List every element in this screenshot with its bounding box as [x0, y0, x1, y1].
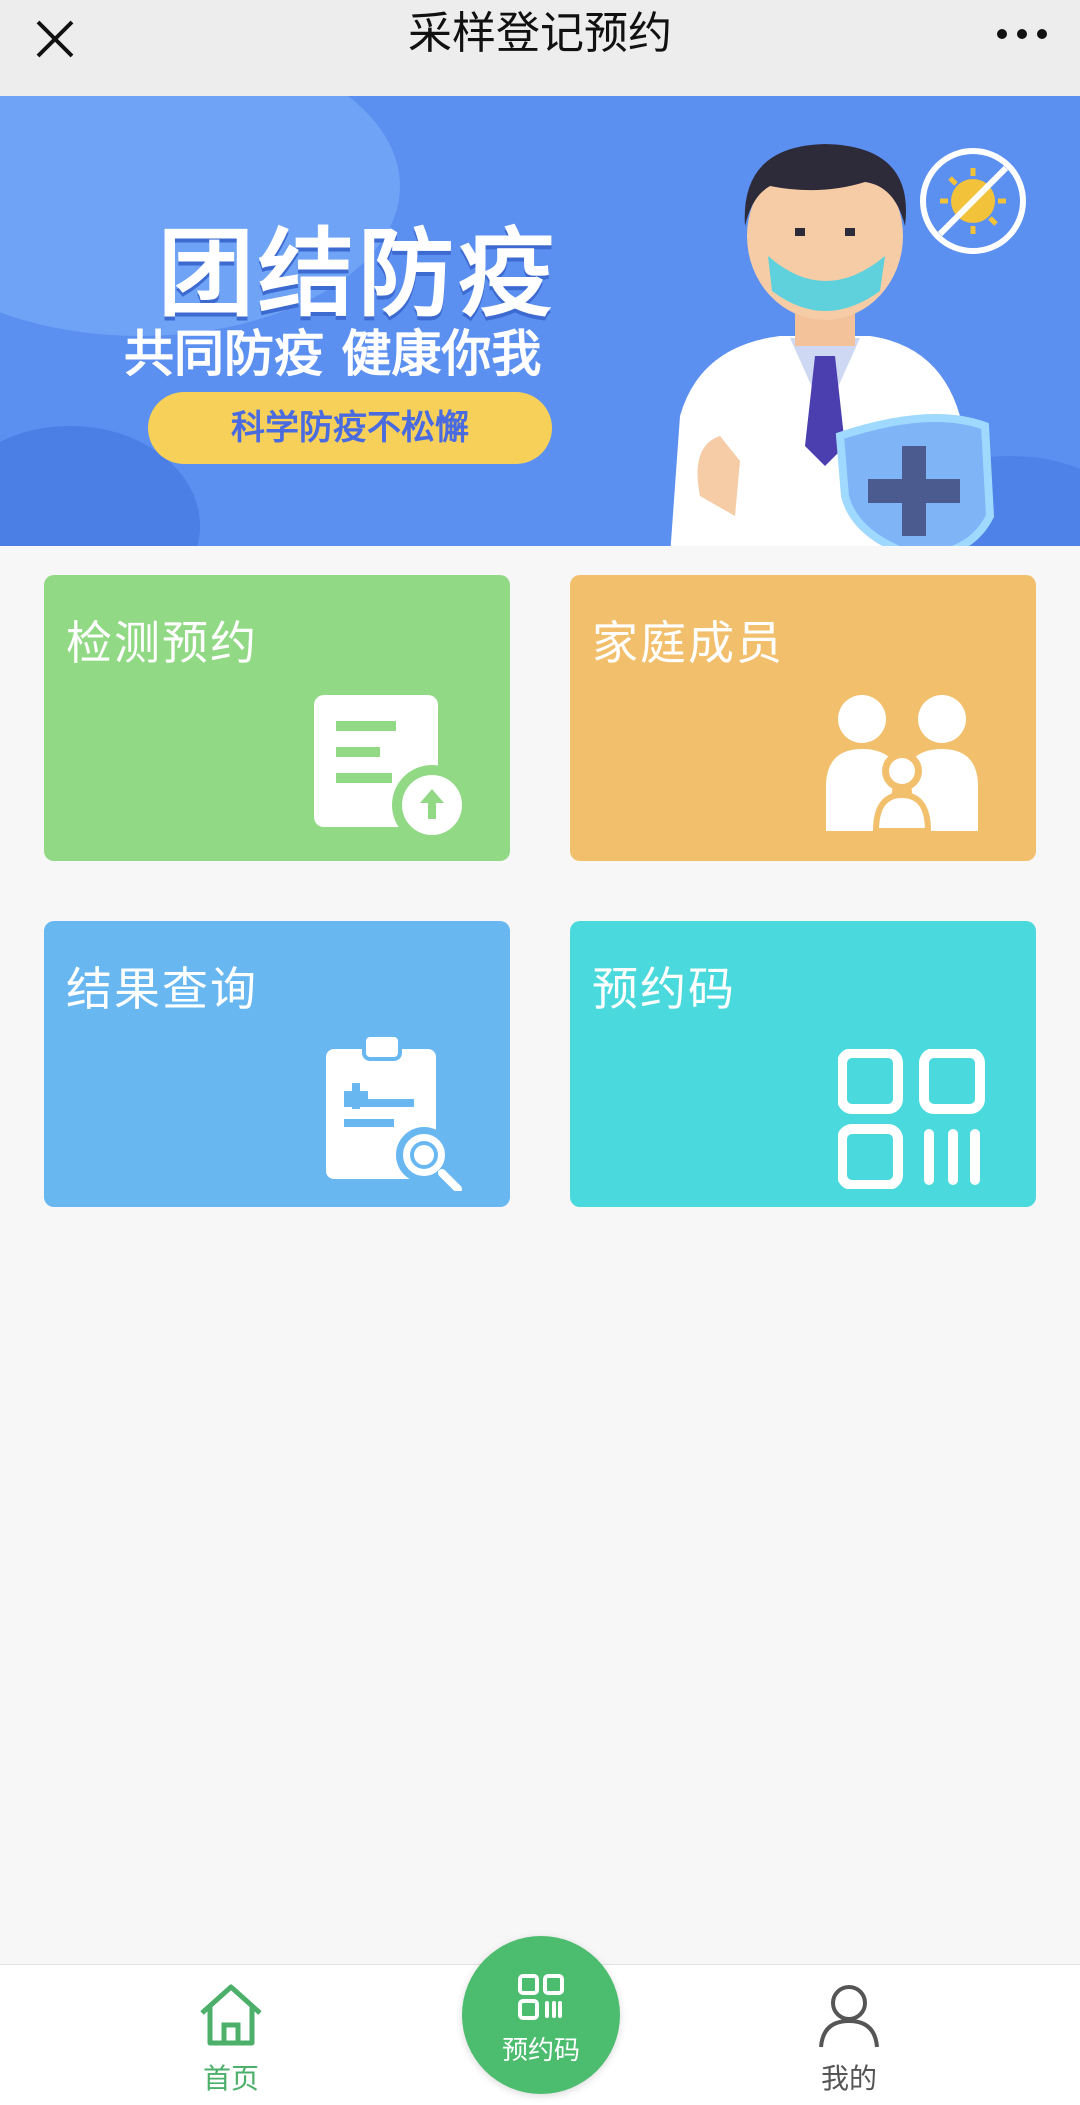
promo-banner[interactable]: 团结防疫 共同防疫 健康你我 科学防疫不松懈 — [0, 96, 1080, 546]
card-result-query[interactable]: 结果查询 — [44, 921, 510, 1207]
tab-mine-label: 我的 — [820, 2062, 877, 2095]
qr-code-icon — [838, 1049, 985, 1189]
tab-home-label: 首页 — [202, 2062, 259, 2095]
qr-code-icon — [518, 1974, 564, 2020]
family-icon — [826, 695, 978, 833]
page-title: 采样登记预约 — [408, 8, 672, 59]
appointment-code-fab[interactable]: 预约码 — [462, 1936, 620, 2094]
banner-pill: 科学防疫不松懈 — [148, 392, 552, 464]
tab-home[interactable]: 首页 — [151, 1983, 311, 2095]
banner-subline: 共同防疫 健康你我 — [124, 325, 542, 383]
user-icon — [819, 1985, 879, 2048]
card-family-members[interactable]: 家庭成员 — [570, 575, 1036, 861]
card-label: 预约码 — [592, 962, 736, 1016]
card-test-appointment[interactable]: 检测预约 — [44, 575, 510, 861]
card-label: 结果查询 — [66, 962, 258, 1016]
document-upload-icon — [314, 695, 472, 843]
card-label: 家庭成员 — [592, 616, 784, 670]
clipboard-search-icon — [326, 1033, 462, 1191]
fab-label: 预约码 — [501, 2036, 580, 2066]
card-label: 检测预约 — [66, 616, 258, 670]
card-appointment-code[interactable]: 预约码 — [570, 921, 1036, 1207]
home-icon — [200, 1984, 262, 2046]
tab-mine[interactable]: 我的 — [769, 1983, 929, 2095]
more-horizontal-icon[interactable] — [992, 14, 1052, 54]
doctor-illustration — [670, 144, 995, 546]
title-bar: 采样登记预约 — [0, 0, 1080, 96]
